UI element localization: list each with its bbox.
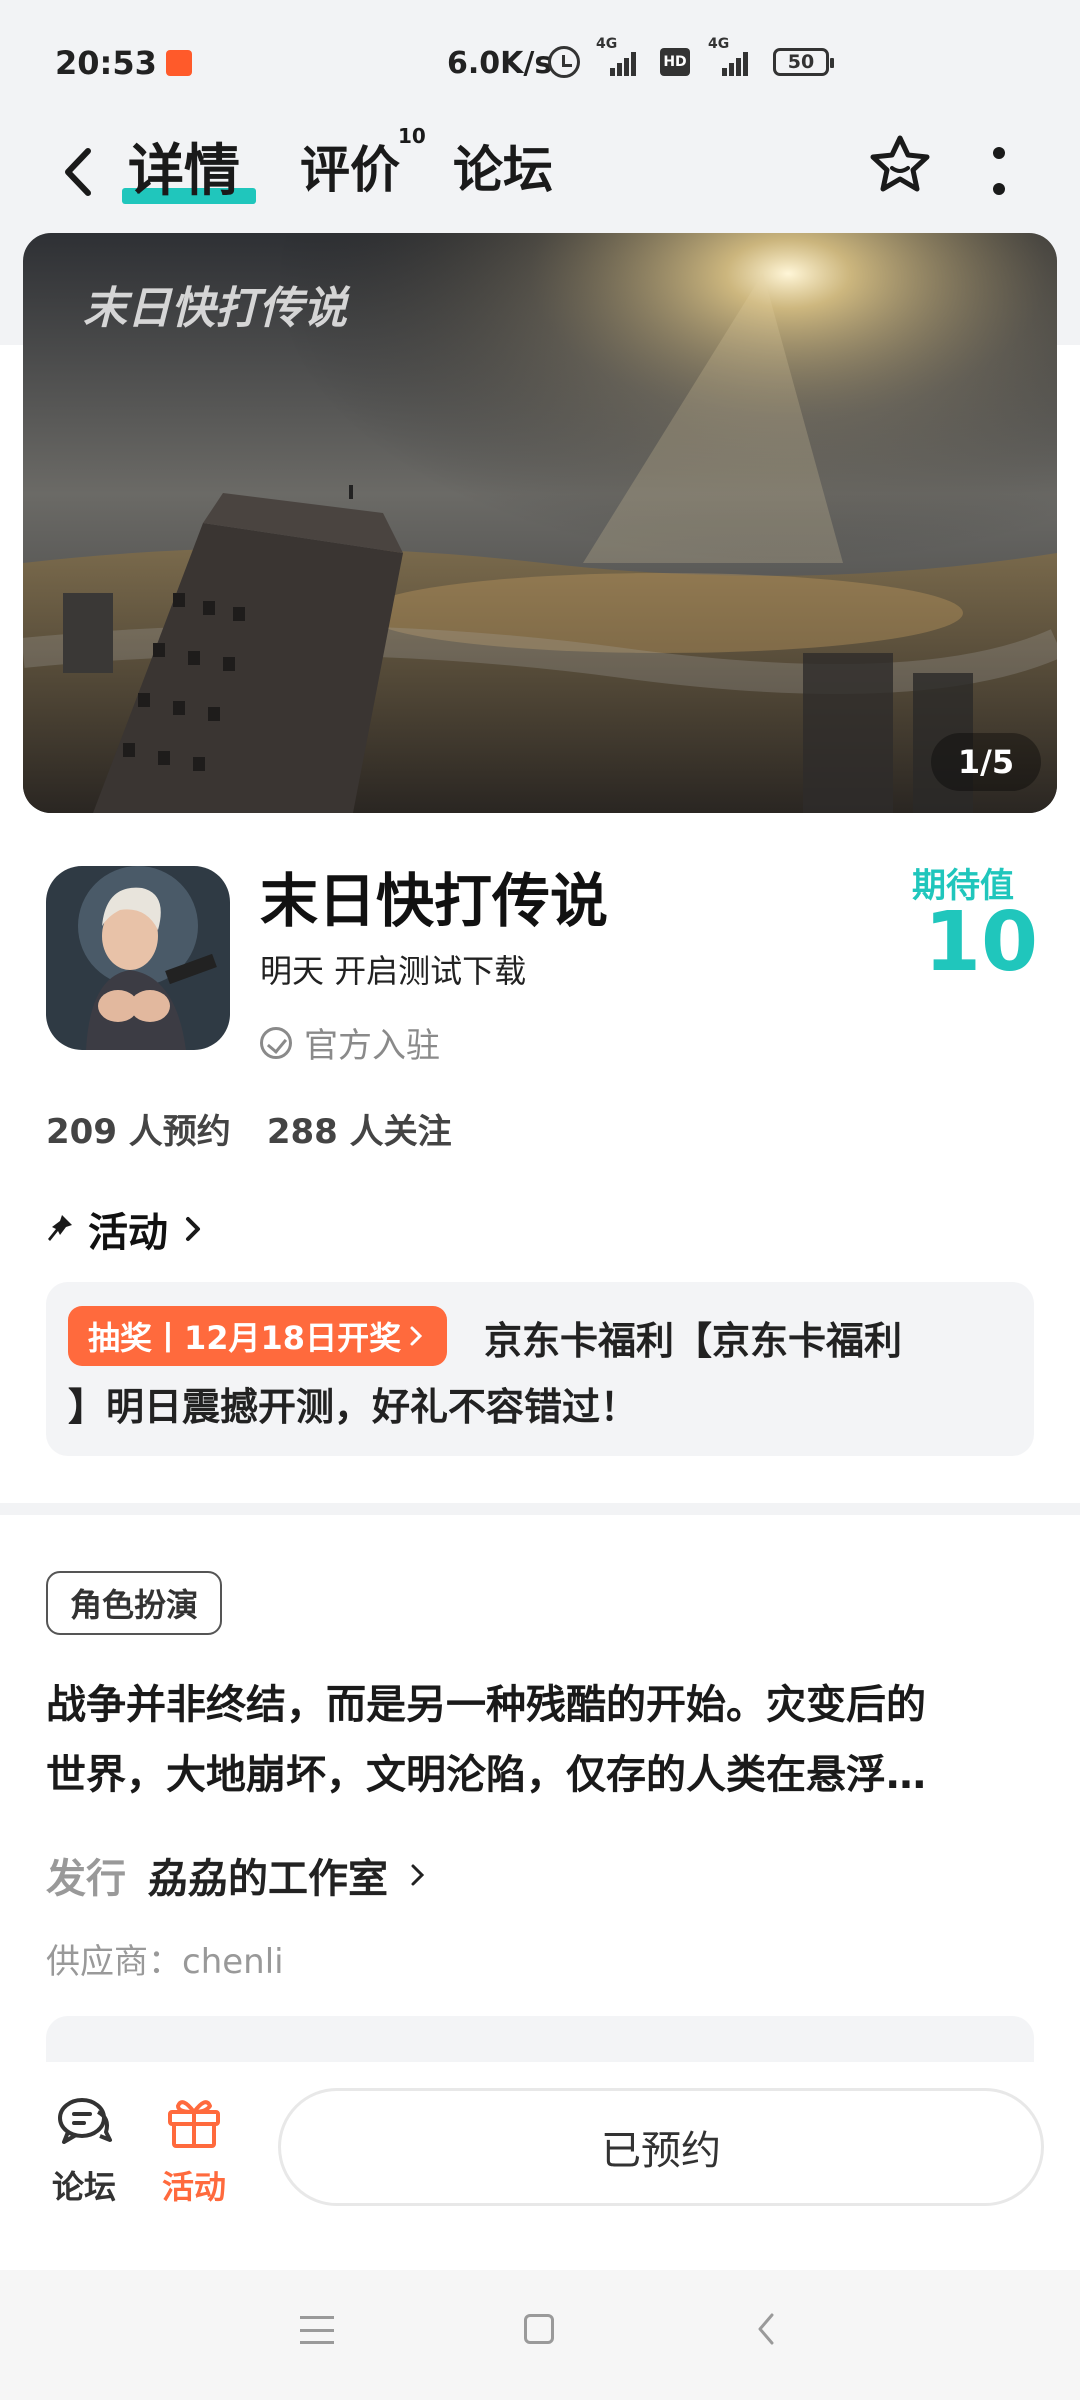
game-title: 末日快打传说	[260, 867, 609, 935]
follower-count: 288 人关注	[266, 1112, 452, 1152]
game-release-status: 明天 开启测试下载	[260, 952, 527, 990]
publisher-row[interactable]: 发行 劦劦的工作室	[46, 1846, 426, 1904]
reserved-button[interactable]: 已预约	[278, 2088, 1044, 2206]
activity-card[interactable]: 抽奖丨12月18日开奖 京东卡福利【京东卡福利 】明日震撼开测，好礼不容错过！	[46, 1282, 1034, 1456]
banner-logo-text: 末日快打传说	[83, 284, 351, 333]
game-description[interactable]: 战争并非终结，而是另一种残酷的开始。灾变后的 世界，大地崩坏，文明沦陷，仅存的人…	[46, 1670, 1036, 1810]
review-count-badge: 10	[398, 124, 426, 148]
pin-icon	[48, 1215, 72, 1241]
notification-app-icon	[166, 50, 192, 76]
system-nav-bar	[0, 2270, 1080, 2400]
banner-artwork: 末日快打传说	[23, 233, 1057, 813]
activity-label: 活动	[162, 2168, 227, 2206]
check-circle-icon	[260, 1026, 292, 1059]
activity-text-line1: 京东卡福利【京东卡福利	[484, 1319, 903, 1363]
forum-button[interactable]: 论坛	[52, 2092, 116, 2208]
publisher-label: 发行	[46, 1856, 126, 1902]
tab-review[interactable]: 评价	[300, 130, 400, 202]
game-app-icon	[46, 866, 230, 1050]
back-nav-icon[interactable]	[752, 2310, 782, 2348]
tab-forum[interactable]: 论坛	[453, 130, 553, 202]
signal-icon: 4G	[596, 36, 638, 76]
chevron-right-icon	[410, 1326, 423, 1346]
description-line2: 世界，大地崩坏，文明沦陷，仅存的人类在悬浮…	[46, 1752, 926, 1798]
expectation-value: 10	[924, 895, 1039, 990]
description-line1: 战争并非终结，而是另一种残酷的开始。灾变后的	[46, 1682, 926, 1728]
reservation-count: 209 人预约	[46, 1112, 231, 1152]
banner-image[interactable]: 末日快打传说 1/5	[23, 233, 1057, 813]
chat-bubble-icon	[58, 2098, 112, 2144]
gift-icon	[168, 2100, 220, 2148]
game-stats: 209 人预约 288 人关注	[46, 1104, 452, 1153]
home-icon[interactable]	[524, 2314, 554, 2344]
signal-icon-2: 4G	[708, 36, 750, 76]
forum-label: 论坛	[52, 2168, 117, 2206]
chevron-right-icon	[186, 1217, 200, 1241]
back-icon[interactable]	[58, 143, 100, 201]
star-icon[interactable]	[867, 132, 933, 198]
battery-icon: 50	[773, 48, 834, 76]
genre-tag[interactable]: 角色扮演	[46, 1571, 223, 1635]
chevron-right-icon	[411, 1864, 425, 1886]
section-divider	[0, 1503, 1080, 1515]
hd-icon: HD	[660, 48, 690, 76]
bottom-action-bar: 论坛 活动 已预约	[0, 2062, 1080, 2270]
banner-page-counter: 1/5	[931, 733, 1041, 791]
network-speed: 6.0K/s	[447, 46, 553, 81]
header-nav: 详情 评价 10 论坛	[0, 120, 1080, 225]
tab-detail[interactable]: 详情	[128, 126, 240, 207]
supplier-info: 供应商：chenli	[46, 1942, 284, 1982]
official-label: 官方入驻	[304, 1026, 440, 1066]
activity-button[interactable]: 活动	[162, 2092, 226, 2208]
activity-heading: 活动	[88, 1210, 168, 1256]
more-icon[interactable]	[992, 147, 1006, 195]
alarm-icon	[548, 46, 580, 78]
menu-icon[interactable]	[300, 2316, 334, 2344]
activity-text-line2: 】明日震撼开测，好礼不容错过！	[68, 1385, 639, 1429]
lottery-tag-label: 抽奖丨12月18日开奖	[88, 1319, 402, 1357]
activity-header[interactable]: 活动	[46, 1200, 204, 1258]
official-badge: 官方入驻	[260, 1018, 440, 1067]
lottery-tag: 抽奖丨12月18日开奖	[68, 1306, 448, 1366]
status-bar: 20:53 6.0K/s 4G HD 4G 50	[0, 0, 1080, 120]
publisher-name: 劦劦的工作室	[148, 1856, 388, 1902]
status-time: 20:53	[55, 44, 157, 82]
